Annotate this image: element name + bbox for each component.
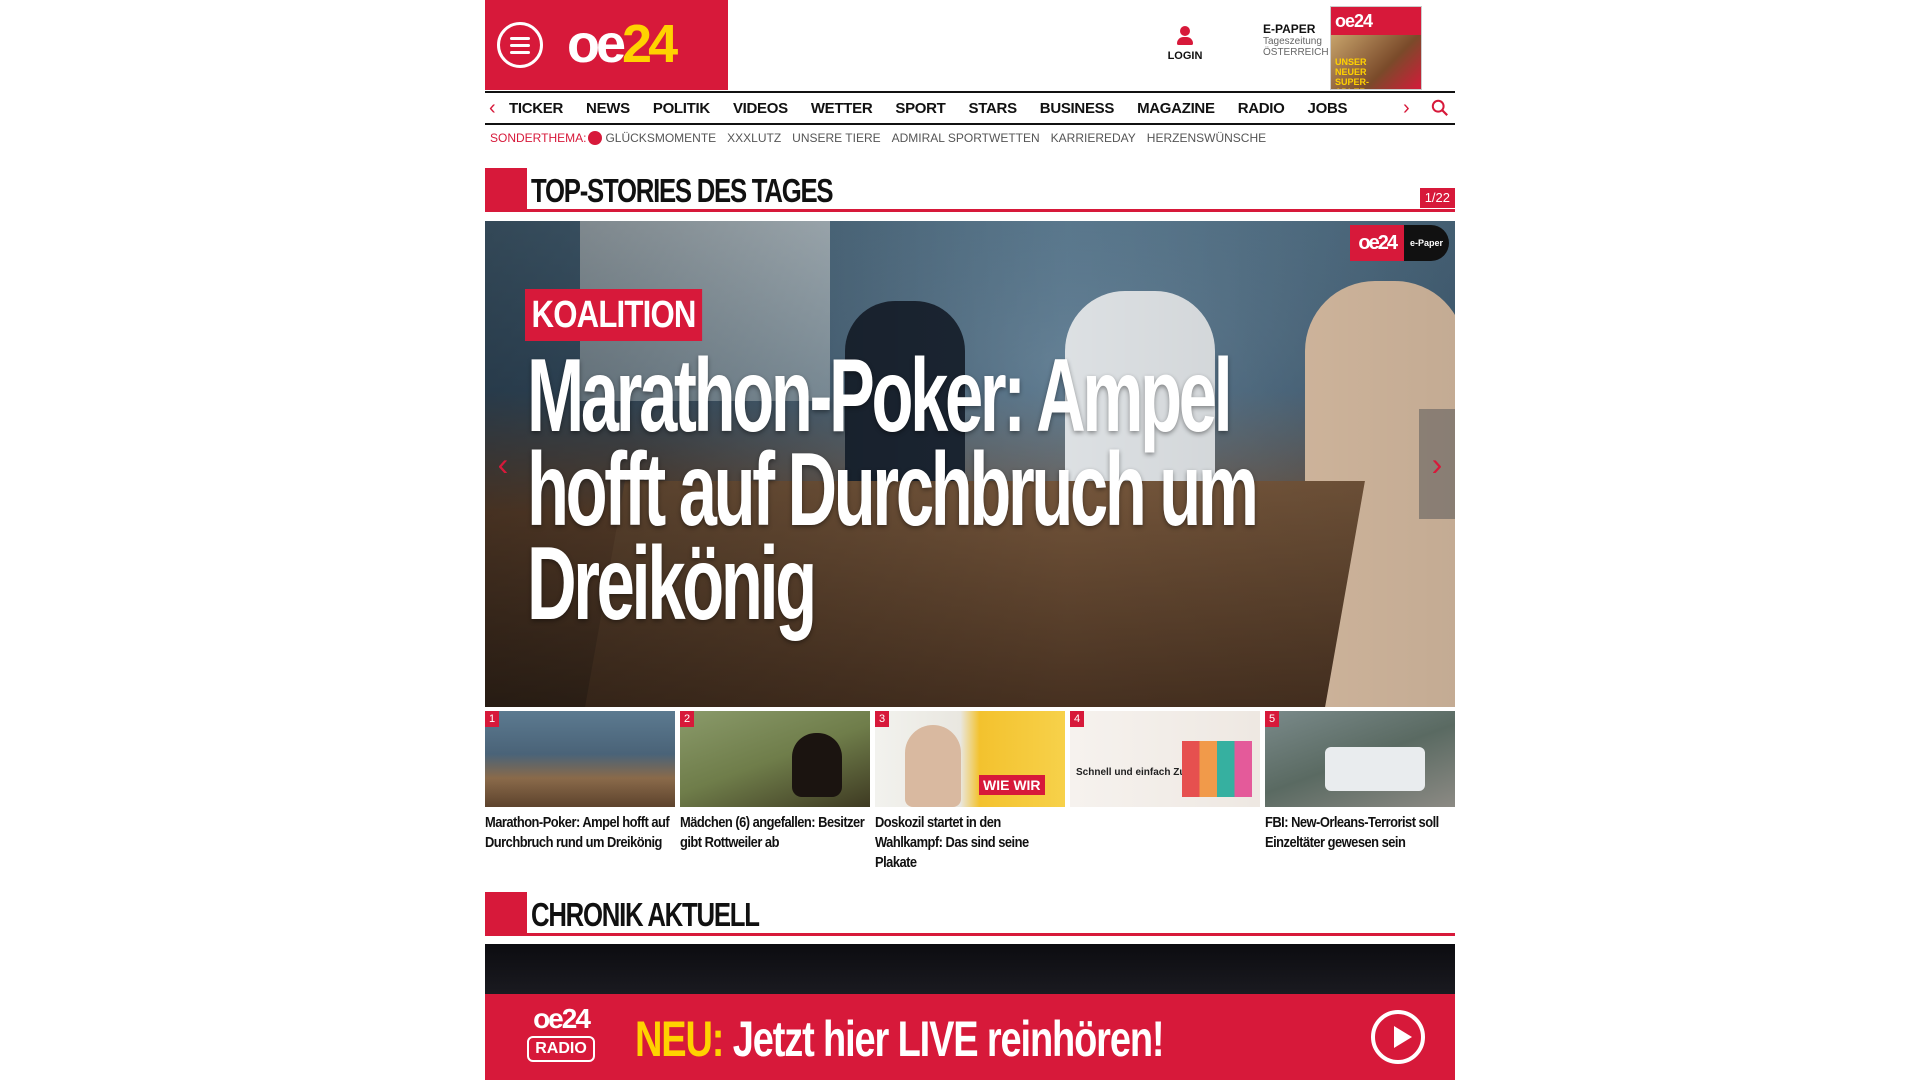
nav-item-radio[interactable]: RADIO bbox=[1238, 100, 1285, 117]
thumb-image-truck bbox=[1325, 747, 1425, 791]
radio-neu: NEU: bbox=[635, 1011, 724, 1067]
section-marker bbox=[485, 168, 527, 212]
nav-item-ticker[interactable]: TICKER bbox=[509, 100, 563, 117]
epaper-thumb-logo: oe24 bbox=[1331, 7, 1421, 35]
hero-brand-logo: oe24 bbox=[1350, 225, 1404, 261]
sub-nav: SONDERTHEMA: GLÜCKSMOMENTE XXXLUTZ UNSER… bbox=[490, 131, 1277, 145]
slider-prev-icon[interactable]: ‹ bbox=[485, 409, 521, 519]
thumb-overlay: WIE WIR bbox=[979, 775, 1045, 795]
section-title: TOP-STORIES DES TAGES bbox=[531, 172, 834, 209]
thumb-image-dog bbox=[792, 733, 842, 797]
thumb-image: 2 bbox=[680, 711, 870, 807]
nav-item-business[interactable]: BUSINESS bbox=[1040, 100, 1115, 117]
subnav-item[interactable]: HERZENSWÜNSCHE bbox=[1147, 131, 1266, 145]
thumb-image-person bbox=[905, 725, 961, 807]
hamburger-menu-icon[interactable] bbox=[497, 22, 543, 68]
story-thumb[interactable]: WIE WIR 3 Doskozil startet in den Wahlka… bbox=[875, 711, 1065, 873]
hero-kicker: KOALITION bbox=[525, 289, 703, 341]
hero-story[interactable]: oe24 e-Paper KOALITION Marathon-Poker: A… bbox=[485, 221, 1455, 707]
epaper-link[interactable]: E-PAPER Tageszeitung ÖSTERREICH bbox=[1263, 22, 1329, 58]
story-thumbnails: 1 Marathon-Poker: Ampel hofft auf Durchb… bbox=[485, 711, 1455, 873]
section-divider bbox=[527, 209, 1455, 212]
heart-icon bbox=[588, 131, 603, 145]
thumb-image: WIE WIR 3 bbox=[875, 711, 1065, 807]
login-button[interactable]: LOGIN bbox=[1167, 26, 1203, 62]
radio-logo-sub: RADIO bbox=[527, 1036, 595, 1062]
subnav-item[interactable]: ADMIRAL SPORTWETTEN bbox=[892, 131, 1040, 145]
page: oe24 LOGIN E-PAPER Tageszeitung ÖSTERREI… bbox=[485, 0, 1455, 1080]
top-stories-header: TOP-STORIES DES TAGES 1/22 bbox=[485, 168, 1455, 212]
main-nav: ‹ TICKER NEWS POLITIK VIDEOS WETTER SPOR… bbox=[485, 91, 1455, 125]
login-label: LOGIN bbox=[1167, 50, 1203, 62]
nav-prev-icon[interactable]: ‹ bbox=[489, 97, 496, 120]
radio-cta-text: Jetzt hier LIVE reinhören! bbox=[723, 1011, 1165, 1067]
nav-item-magazine[interactable]: MAGAZINE bbox=[1137, 100, 1215, 117]
nav-item-stars[interactable]: STARS bbox=[969, 100, 1018, 117]
thumb-caption[interactable]: Marathon-Poker: Ampel hofft auf Durchbru… bbox=[485, 813, 674, 853]
site-logo[interactable]: oe24 bbox=[567, 14, 678, 74]
subnav-item[interactable]: UNSERE TIERE bbox=[792, 131, 880, 145]
thumb-caption[interactable]: Doskozil startet in den Wahlkampf: Das s… bbox=[875, 813, 1064, 873]
section-divider bbox=[527, 933, 1455, 936]
nav-item-jobs[interactable]: JOBS bbox=[1308, 100, 1348, 117]
story-thumb[interactable]: 2 Mädchen (6) angefallen: Besitzer gibt … bbox=[680, 711, 870, 873]
nav-item-videos[interactable]: VIDEOS bbox=[733, 100, 788, 117]
hero-brand-badge: oe24 e-Paper bbox=[1350, 225, 1449, 261]
thumb-number: 4 bbox=[1070, 711, 1085, 727]
radio-cta[interactable]: NEU: Jetzt hier LIVE reinhören! bbox=[635, 1011, 1165, 1067]
logo-box[interactable]: oe24 bbox=[485, 0, 728, 90]
chronik-header: CHRONIK AKTUELL bbox=[485, 892, 1455, 936]
thumb-image: 5 bbox=[1265, 711, 1455, 807]
play-icon[interactable] bbox=[1371, 1010, 1425, 1064]
subnav-item[interactable]: GLÜCKSMOMENTE bbox=[605, 131, 716, 145]
radio-logo-text: oe24 bbox=[533, 1003, 591, 1034]
story-thumb[interactable]: 1 Marathon-Poker: Ampel hofft auf Durchb… bbox=[485, 711, 675, 873]
nav-item-news[interactable]: NEWS bbox=[586, 100, 630, 117]
section-title: CHRONIK AKTUELL bbox=[531, 896, 760, 933]
subnav-item[interactable]: KARRIEREDAY bbox=[1051, 131, 1136, 145]
thumb-image: Schnell und einfach Zuhause testen. 4 bbox=[1070, 711, 1260, 807]
thumb-number: 5 bbox=[1265, 711, 1280, 727]
epaper-country: ÖSTERREICH bbox=[1263, 47, 1329, 58]
hero-brand-tag: e-Paper bbox=[1403, 225, 1449, 261]
slide-counter: 1/22 bbox=[1419, 188, 1455, 208]
epaper-thumb-headline: UNSER NEUER SUPER-ADLER bbox=[1335, 57, 1370, 89]
nav-item-wetter[interactable]: WETTER bbox=[811, 100, 873, 117]
subnav-label: SONDERTHEMA: bbox=[490, 131, 587, 145]
search-icon[interactable] bbox=[1431, 99, 1449, 117]
nav-item-politik[interactable]: POLITIK bbox=[653, 100, 710, 117]
nav-item-sport[interactable]: SPORT bbox=[895, 100, 945, 117]
thumb-image: 1 bbox=[485, 711, 675, 807]
radio-banner[interactable]: oe24 RADIO NEU: Jetzt hier LIVE reinhöre… bbox=[485, 994, 1455, 1080]
thumb-caption[interactable]: Mädchen (6) angefallen: Besitzer gibt Ro… bbox=[680, 813, 869, 853]
slider-next-icon[interactable]: › bbox=[1419, 409, 1455, 519]
hero-headline[interactable]: Marathon-Poker: Ampel hofft auf Durchbru… bbox=[527, 344, 1286, 636]
epaper-subtitle: Tageszeitung bbox=[1263, 36, 1322, 47]
thumb-number: 1 bbox=[485, 711, 500, 727]
epaper-title: E-PAPER bbox=[1263, 22, 1316, 36]
nav-next-icon[interactable]: › bbox=[1403, 97, 1410, 120]
story-thumb[interactable]: 5 FBI: New-Orleans-Terrorist soll Einzel… bbox=[1265, 711, 1455, 873]
nav-items: TICKER NEWS POLITIK VIDEOS WETTER SPORT … bbox=[509, 100, 1370, 117]
thumb-number: 3 bbox=[875, 711, 890, 727]
thumb-number: 2 bbox=[680, 711, 695, 727]
section-marker bbox=[485, 892, 527, 936]
thumb-caption[interactable]: FBI: New-Orleans-Terrorist soll Einzeltä… bbox=[1265, 813, 1454, 853]
user-icon bbox=[1175, 26, 1195, 48]
thumb-image-products bbox=[1182, 741, 1252, 797]
radio-logo: oe24 RADIO bbox=[513, 1004, 609, 1062]
epaper-thumbnail[interactable]: oe24 UNSER NEUER SUPER-ADLER bbox=[1330, 6, 1422, 90]
story-thumb-ad[interactable]: Schnell und einfach Zuhause testen. 4 bbox=[1070, 711, 1260, 873]
chronik-video[interactable] bbox=[485, 944, 1455, 994]
subnav-item[interactable]: XXXLUTZ bbox=[727, 131, 781, 145]
